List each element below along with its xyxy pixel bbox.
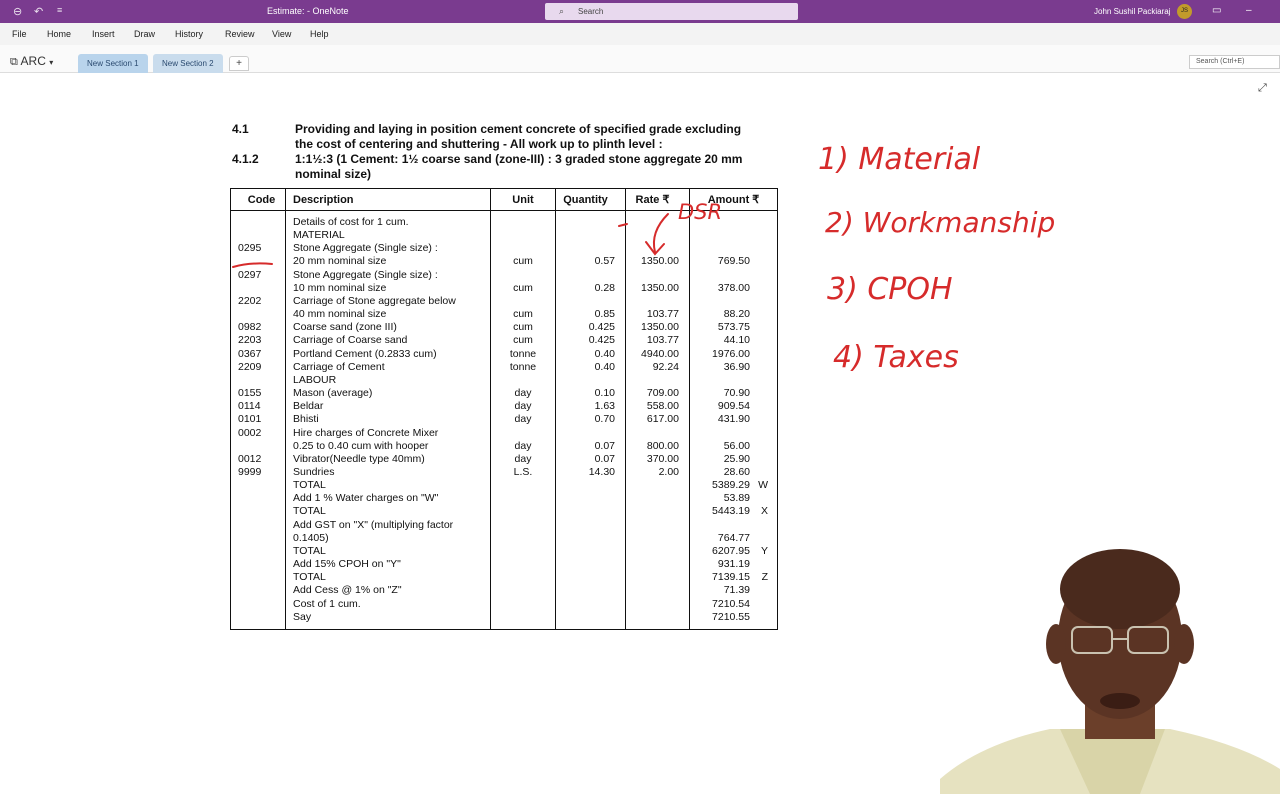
- menu-review[interactable]: Review: [225, 29, 255, 39]
- menu-file[interactable]: File: [12, 29, 27, 39]
- notebook-search-input[interactable]: Search (Ctrl+E): [1189, 55, 1280, 69]
- menu-draw[interactable]: Draw: [134, 29, 155, 39]
- ink-underline-0295: [232, 262, 273, 268]
- search-box[interactable]: ⌕ Search: [545, 3, 798, 20]
- search-icon: ⌕: [559, 6, 565, 16]
- ink-layer: DSR 1) Material 2) Workmanship 3) CPOH 4…: [232, 142, 1055, 375]
- back-icon[interactable]: ⊖: [13, 5, 22, 18]
- ink-dsr-label: DSR: [678, 200, 722, 224]
- notebook-selector[interactable]: ⧉ ARC ▾: [10, 54, 53, 69]
- undo-icon[interactable]: ↶: [34, 5, 43, 18]
- menu-history[interactable]: History: [175, 29, 203, 39]
- ink-note-cpoh: 3) CPOH: [827, 272, 953, 307]
- ink-note-material: 1) Material: [818, 142, 981, 177]
- page-canvas[interactable]: ⤢ 4.1 Providing and laying in position c…: [0, 74, 1280, 794]
- tab-section-1[interactable]: New Section 1: [78, 54, 148, 73]
- tab-section-2[interactable]: New Section 2: [153, 54, 223, 73]
- quick-access-icon[interactable]: ≡: [57, 5, 62, 15]
- notebook-name: ARC: [20, 54, 46, 68]
- ink-note-taxes: 4) Taxes: [833, 340, 959, 375]
- menu-bar: File Home Insert Draw History Review Vie…: [0, 23, 1280, 45]
- menu-view[interactable]: View: [272, 29, 291, 39]
- title-bar: ⊖ ↶ ≡ Estimate: - OneNote ⌕ Search John …: [0, 0, 1280, 23]
- search-placeholder: Search: [578, 7, 604, 16]
- window-title: Estimate: - OneNote: [267, 6, 349, 16]
- add-section-button[interactable]: +: [229, 56, 249, 71]
- minimize-icon[interactable]: –: [1246, 5, 1252, 16]
- user-name[interactable]: John Sushil Packiaraj: [1094, 7, 1170, 16]
- menu-insert[interactable]: Insert: [92, 29, 115, 39]
- avatar[interactable]: JS: [1177, 4, 1192, 19]
- restore-icon[interactable]: ▭: [1212, 5, 1221, 16]
- ink-note-workmanship: 2) Workmanship: [825, 206, 1055, 239]
- section-bar: ⧉ ARC ▾ New Section 1 New Section 2 + Se…: [0, 45, 1280, 73]
- notebook-icon: ⧉: [10, 56, 18, 68]
- dropdown-icon: ▾: [49, 58, 54, 67]
- ink-underline-cum: [618, 223, 628, 227]
- menu-home[interactable]: Home: [47, 29, 71, 39]
- menu-help[interactable]: Help: [310, 29, 329, 39]
